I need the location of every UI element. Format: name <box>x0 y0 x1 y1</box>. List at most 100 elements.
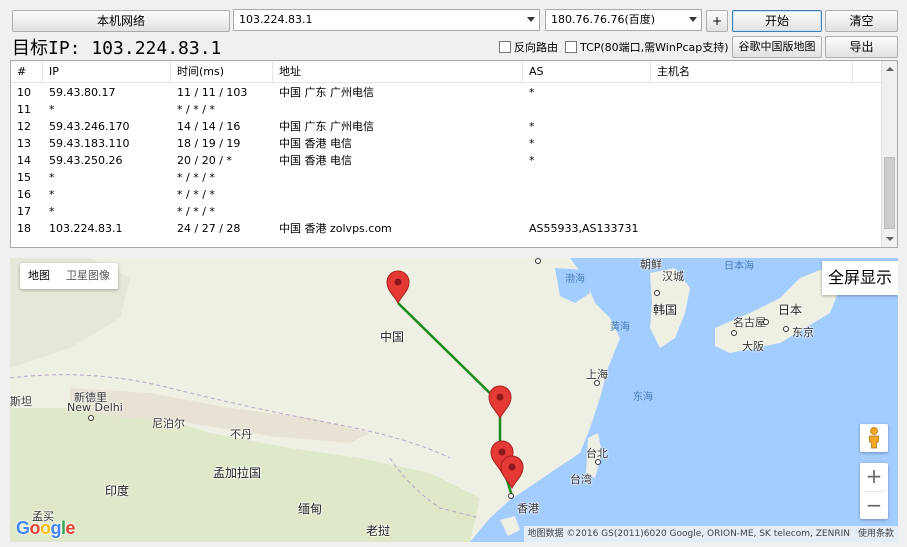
pegman-icon <box>869 427 879 449</box>
start-button[interactable]: 开始 <box>732 10 822 32</box>
cell-hop: 16 <box>17 188 31 201</box>
column-header-time[interactable]: 时间(ms) <box>171 61 273 83</box>
table-row[interactable]: 16 * * / * / * <box>11 186 883 203</box>
map-label-seoul: 汉城 <box>662 270 684 283</box>
zoom-in-button[interactable]: + <box>860 463 888 491</box>
map-label-korea: 韩国 <box>653 303 678 317</box>
cell-hostname <box>651 135 853 152</box>
map-label-japan: 日本 <box>778 303 803 317</box>
map-attribution: 地图数据 ©2016 GS(2011)6020 Google, ORION-ME… <box>523 526 898 542</box>
cell-address: 中国 香港 电信 <box>279 137 352 150</box>
column-header-address[interactable]: 地址 <box>273 61 523 83</box>
table-row[interactable]: 13 59.43.183.110 18 / 19 / 19 中国 香港 电信 * <box>11 135 883 152</box>
fullscreen-button[interactable]: 全屏显示 <box>821 261 898 295</box>
cell-hostname <box>651 84 853 101</box>
target-input[interactable]: 103.224.83.1 <box>233 9 540 31</box>
reverse-route-checkbox[interactable]: 反向路由 <box>499 39 558 55</box>
map-type-satellite[interactable]: 卫星图像 <box>58 263 118 289</box>
cell-hostname <box>651 186 853 203</box>
city-dot <box>594 380 600 386</box>
cell-address: 中国 广东 广州电信 <box>279 86 374 99</box>
cell-ip: 59.43.80.17 <box>49 86 116 99</box>
cell-hop: 12 <box>17 120 31 133</box>
dropdown-arrow-icon[interactable] <box>689 17 697 22</box>
column-header-as[interactable]: AS <box>523 61 651 83</box>
cell-time: * / * / * <box>177 205 215 218</box>
column-header-hostname[interactable]: 主机名 <box>651 61 853 83</box>
map-label-tokyo: 东京 <box>792 326 814 339</box>
table-row[interactable]: 10 59.43.80.17 11 / 11 / 103 中国 广东 广州电信 * <box>11 84 883 101</box>
street-view-control[interactable] <box>860 424 888 452</box>
zoom-out-button[interactable]: − <box>860 492 888 519</box>
scroll-up-icon[interactable] <box>886 67 894 71</box>
route-map[interactable]: 中国 印度 新德里 New Delhi 斯坦 尼泊尔 不丹 孟加拉国 缅甸 老挝… <box>10 258 898 542</box>
zoom-control: + − <box>860 463 888 519</box>
target-ip-label: 目标IP: 103.224.83.1 <box>12 38 222 59</box>
city-dot <box>508 493 514 499</box>
clear-button[interactable]: 清空 <box>825 10 898 32</box>
map-label-new-delhi-en: New Delhi <box>67 401 123 414</box>
cell-time: 18 / 19 / 19 <box>177 137 241 150</box>
city-dot <box>595 459 601 465</box>
cell-hop: 15 <box>17 171 31 184</box>
cell-hostname <box>651 203 853 220</box>
add-dns-button[interactable]: + <box>706 10 728 32</box>
google-map-button[interactable]: 谷歌中国版地图 <box>732 36 822 58</box>
scroll-down-icon[interactable] <box>886 237 894 241</box>
cell-as <box>523 203 651 220</box>
cell-address <box>273 203 523 220</box>
cell-as: * <box>529 137 535 150</box>
cell-hostname <box>651 118 853 135</box>
tcp-checkbox[interactable]: TCP(80端口,需WinPcap支持) <box>565 39 729 55</box>
map-label-bangladesh: 孟加拉国 <box>213 466 262 480</box>
vertical-scrollbar[interactable] <box>881 61 897 247</box>
cell-time: * / * / * <box>177 188 215 201</box>
cell-address <box>273 101 523 118</box>
map-type-map[interactable]: 地图 <box>20 263 58 289</box>
map-canvas[interactable] <box>10 258 898 542</box>
local-network-button[interactable]: 本机网络 <box>12 10 230 32</box>
map-label-osaka: 大阪 <box>742 340 764 353</box>
map-label-nagoya: 名古屋 <box>733 316 766 329</box>
cell-as <box>523 101 651 118</box>
table-row[interactable]: 12 59.43.246.170 14 / 14 / 16 中国 广东 广州电信 * <box>11 118 883 135</box>
column-header-hop[interactable]: # <box>11 61 43 83</box>
cell-as <box>523 186 651 203</box>
land-hainan <box>500 516 520 536</box>
map-label-china: 中国 <box>380 330 405 344</box>
cell-time: 11 / 11 / 103 <box>177 86 248 99</box>
scroll-thumb[interactable] <box>884 157 895 229</box>
cell-hop: 14 <box>17 154 31 167</box>
cell-address: 中国 香港 zolvps.com <box>279 222 392 235</box>
attribution-text: 地图数据 ©2016 GS(2011)6020 Google, ORION-ME… <box>527 529 850 539</box>
map-label-yellow-sea: 黄海 <box>610 322 630 333</box>
dns-select[interactable]: 180.76.76.76(百度) <box>545 9 702 31</box>
cell-hostname <box>651 152 853 169</box>
table-body: 10 59.43.80.17 11 / 11 / 103 中国 广东 广州电信 * 11 *… <box>11 84 883 237</box>
terms-link[interactable]: 使用条款 <box>858 529 894 539</box>
column-header-ip[interactable]: IP <box>43 61 171 83</box>
cell-hop: 10 <box>17 86 31 99</box>
export-button[interactable]: 导出 <box>825 36 898 58</box>
city-dot <box>88 415 94 421</box>
table-row[interactable]: 15 * * / * / * <box>11 169 883 186</box>
table-row[interactable]: 17 * * / * / * <box>11 203 883 220</box>
cell-ip: 59.43.250.26 <box>49 154 123 167</box>
city-dot <box>783 326 789 332</box>
reverse-route-label: 反向路由 <box>514 41 558 54</box>
cell-hostname <box>651 169 853 186</box>
map-label-bohai: 渤海 <box>565 274 585 285</box>
table-row[interactable]: 14 59.43.250.26 20 / 20 / * 中国 香港 电信 * <box>11 152 883 169</box>
map-label-laos: 老挝 <box>366 524 391 538</box>
cell-address: 中国 香港 电信 <box>279 154 352 167</box>
tcp-label: TCP(80端口,需WinPcap支持) <box>580 41 729 54</box>
cell-ip: * <box>49 205 55 218</box>
dropdown-arrow-icon[interactable] <box>527 17 535 22</box>
table-row[interactable]: 18 103.224.83.1 24 / 27 / 28 中国 香港 zolvps.c… <box>11 220 883 237</box>
google-logo[interactable]: Google <box>16 518 76 539</box>
checkbox-box[interactable] <box>565 41 577 53</box>
cell-hop: 18 <box>17 222 31 235</box>
table-row[interactable]: 11 * * / * / * <box>11 101 883 118</box>
map-label-india: 印度 <box>105 484 130 498</box>
checkbox-box[interactable] <box>499 41 511 53</box>
